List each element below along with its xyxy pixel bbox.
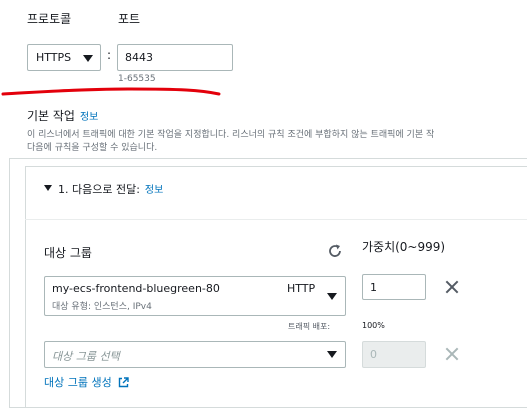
default-actions-description-2: 다음에 규칙을 구성할 수 있습니다. <box>27 143 158 153</box>
port-input[interactable] <box>117 44 233 71</box>
target-group-type: 대상 유형: 인스턴스, IPv4 <box>52 302 152 312</box>
annotation-underline <box>1 87 221 96</box>
remove-icon[interactable] <box>445 280 459 294</box>
default-actions-description-1: 이 리스너에서 트래픽에 대한 기본 작업을 지정합니다. 리스너의 규칙 조건… <box>27 130 435 140</box>
protocol-select[interactable]: HTTPS <box>27 44 101 71</box>
traffic-distribution-value: 100% <box>362 321 385 330</box>
caret-down-icon <box>327 293 337 300</box>
caret-down-icon <box>83 55 93 62</box>
protocol-value: HTTPS <box>36 51 72 64</box>
target-group-select[interactable]: my-ecs-frontend-bluegreen-80 대상 유형: 인스턴스… <box>44 276 346 316</box>
panel-divider <box>25 219 527 220</box>
protocol-port-separator: : <box>107 48 112 62</box>
weight-input[interactable] <box>362 274 426 300</box>
target-group-select-empty[interactable]: 대상 그룹 선택 <box>44 341 346 368</box>
port-label: 포트 <box>118 12 141 26</box>
default-actions-title: 기본 작업 <box>27 109 75 123</box>
target-group-name: my-ecs-frontend-bluegreen-80 <box>52 282 220 295</box>
default-actions-info-link[interactable]: 정보 <box>80 112 98 123</box>
create-target-group-link[interactable]: 대상 그룹 생성 <box>44 374 129 390</box>
action-title: 1. 다음으로 전달: <box>58 183 140 196</box>
action-info-link[interactable]: 정보 <box>145 185 163 196</box>
action-heading: 1. 다음으로 전달: 정보 <box>58 181 163 197</box>
traffic-distribution-label: 트래픽 배포: <box>288 322 331 331</box>
target-group-protocol: HTTP <box>287 282 316 295</box>
caret-down-icon <box>327 351 337 358</box>
remove-icon-disabled <box>445 347 459 361</box>
protocol-label: 프로토콜 <box>27 12 72 26</box>
collapse-caret-icon[interactable] <box>44 185 52 191</box>
external-link-icon <box>119 377 129 388</box>
weight-header: 가중치(0~999) <box>362 240 446 254</box>
refresh-icon[interactable] <box>327 243 343 259</box>
target-group-placeholder: 대상 그룹 선택 <box>52 350 120 363</box>
default-actions-heading: 기본 작업 정보 <box>27 107 98 124</box>
target-group-header: 대상 그룹 <box>44 246 92 260</box>
weight-input-disabled[interactable] <box>362 341 426 368</box>
create-target-group-label: 대상 그룹 생성 <box>44 376 112 389</box>
